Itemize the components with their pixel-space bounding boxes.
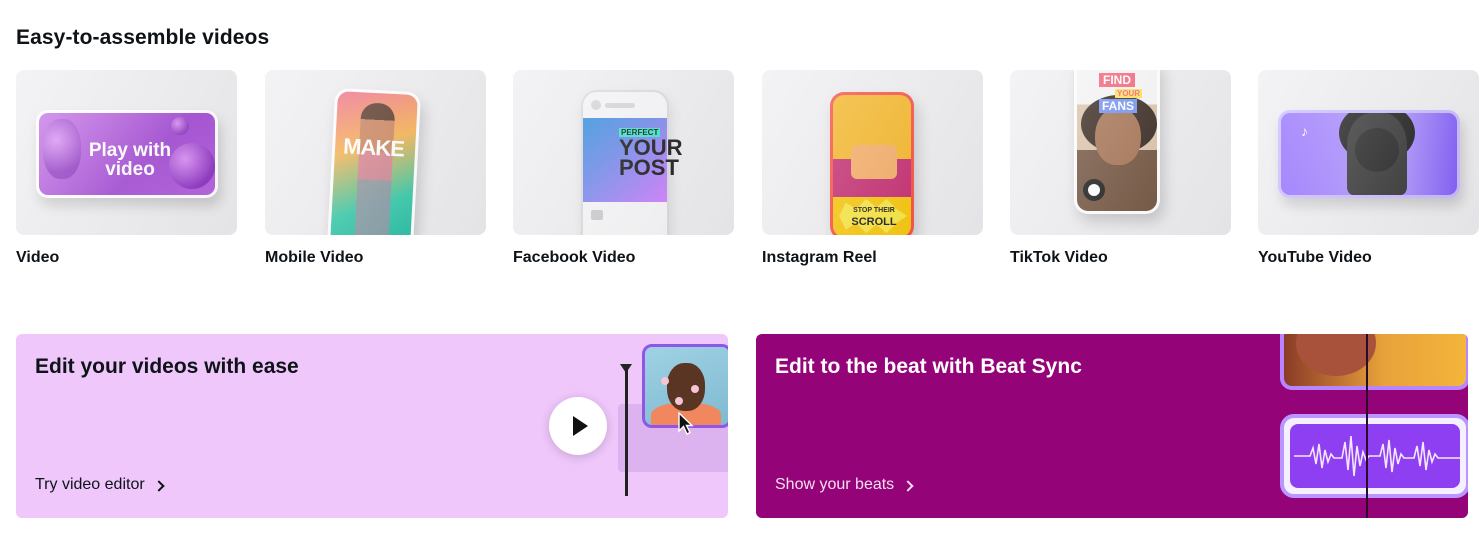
promo-card-beat-sync[interactable]: Edit to the beat with Beat Sync Show you… xyxy=(756,334,1468,518)
play-icon xyxy=(572,416,588,436)
template-thumbnail[interactable]: FIND YOUR FANS xyxy=(1010,70,1231,235)
template-thumbnail[interactable]: MAKE xyxy=(265,70,486,235)
template-tile-instagram-reel[interactable]: STOP THEIR SCROLL Instagram Reel xyxy=(762,70,983,267)
template-tile-mobile-video[interactable]: MAKE Mobile Video xyxy=(265,70,486,267)
playhead-line xyxy=(1366,334,1368,518)
decor-shape xyxy=(171,117,189,135)
template-thumbnail[interactable]: STOP THEIR SCROLL xyxy=(762,70,983,235)
thumbnail-text: Play with video xyxy=(88,140,172,180)
record-icon xyxy=(1083,179,1105,201)
playhead-line xyxy=(625,368,628,496)
handbag-image xyxy=(851,145,897,179)
template-thumbnail[interactable]: PERFECT YOUR POST xyxy=(513,70,734,235)
petal xyxy=(691,385,699,393)
thumbnail-text: MAKE xyxy=(342,133,405,162)
petal xyxy=(661,377,669,385)
tile-label[interactable]: Mobile Video xyxy=(265,249,486,267)
waveform-icon xyxy=(1294,435,1460,477)
beat-clip-thumbnail xyxy=(1280,334,1468,390)
petal xyxy=(675,397,683,405)
thumbnail-text: SCROLL xyxy=(851,216,897,228)
name-placeholder xyxy=(605,103,635,108)
template-tile-facebook-video[interactable]: PERFECT YOUR POST Facebook Video xyxy=(513,70,734,267)
decor-shape xyxy=(43,119,81,179)
playhead-marker-icon xyxy=(620,364,632,373)
post-image: PERFECT YOUR POST xyxy=(583,118,683,202)
tile-label[interactable]: YouTube Video xyxy=(1258,249,1479,267)
tile-label[interactable]: TikTok Video xyxy=(1010,249,1231,267)
template-tile-youtube-video[interactable]: ♪ YouTube Video xyxy=(1258,70,1479,267)
card-title: Edit your videos with ease xyxy=(35,355,299,378)
tile-label[interactable]: Instagram Reel xyxy=(762,249,983,267)
phone-mockup: STOP THEIR SCROLL xyxy=(830,92,914,235)
thumbnail-text: FIND xyxy=(1099,73,1135,87)
phone-mockup: MAKE xyxy=(326,87,422,235)
audio-waveform-track xyxy=(1280,414,1468,498)
portrait-face xyxy=(1347,113,1407,195)
thumbnail-text: YOUR POST xyxy=(619,135,683,180)
phone-mockup: PERFECT YOUR POST xyxy=(581,90,683,235)
music-note-icon: ♪ xyxy=(1301,123,1308,139)
link-label: Show your beats xyxy=(775,476,895,493)
tile-label[interactable]: Facebook Video xyxy=(513,249,734,267)
section-title: Easy-to-assemble videos xyxy=(16,26,270,49)
like-icon xyxy=(591,210,603,220)
template-thumbnail[interactable]: ♪ xyxy=(1258,70,1479,235)
template-tile-tiktok-video[interactable]: FIND YOUR FANS TikTok Video xyxy=(1010,70,1231,267)
landscape-device-mockup: Play with video xyxy=(36,110,218,198)
portrait-face xyxy=(1095,107,1141,165)
tile-label[interactable]: Video xyxy=(16,249,237,267)
thumbnail-text: YOUR xyxy=(1115,89,1143,98)
promo-card-video-editor[interactable]: Edit your videos with ease Try video edi… xyxy=(16,334,728,518)
show-your-beats-link[interactable]: Show your beats xyxy=(775,476,914,494)
avatar-placeholder xyxy=(591,100,601,110)
chevron-right-icon xyxy=(902,479,914,492)
card-title: Edit to the beat with Beat Sync xyxy=(775,355,1082,378)
clip-person xyxy=(1296,334,1376,376)
pointer-cursor-icon xyxy=(678,412,694,435)
link-label: Try video editor xyxy=(35,476,145,493)
play-button[interactable] xyxy=(549,397,607,455)
decor-shape xyxy=(169,143,215,189)
template-thumbnail[interactable]: Play with video xyxy=(16,70,237,235)
thumbnail-text: FANS xyxy=(1099,99,1138,113)
landscape-device-mockup: ♪ xyxy=(1278,110,1460,198)
model-figure xyxy=(354,102,396,235)
phone-mockup: FIND YOUR FANS xyxy=(1074,70,1160,214)
template-tile-video[interactable]: Play with video Video xyxy=(16,70,237,267)
thumbnail-subtext: STOP THEIR xyxy=(853,207,895,214)
try-video-editor-link[interactable]: Try video editor xyxy=(35,476,165,494)
chevron-right-icon xyxy=(153,479,165,492)
clip-person xyxy=(667,363,705,411)
